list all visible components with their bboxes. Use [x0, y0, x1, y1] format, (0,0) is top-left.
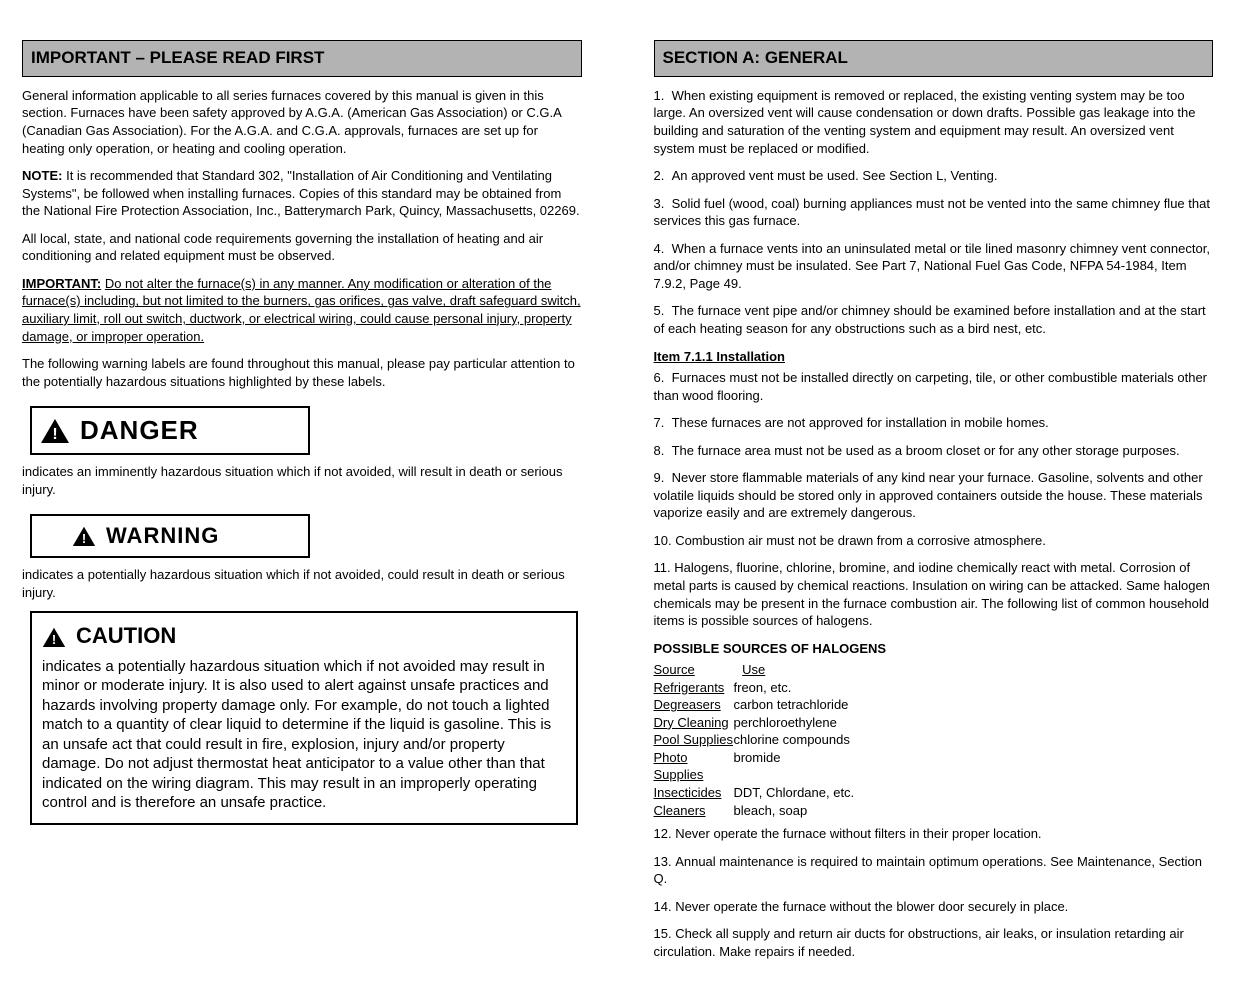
- list-item: 2. An approved vent must be used. See Se…: [654, 167, 1214, 185]
- right-column: SECTION A: GENERAL 1. When existing equi…: [654, 40, 1214, 970]
- important-label: IMPORTANT:: [22, 276, 101, 291]
- important-paragraph: IMPORTANT: Do not alter the furnace(s) i…: [22, 275, 582, 345]
- sources-head: POSSIBLE SOURCES OF HALOGENS: [654, 640, 1214, 658]
- caution-box-head: ! CAUTION: [42, 621, 566, 651]
- list-item: 6. Furnaces must not be installed direct…: [654, 369, 1214, 404]
- note-label: NOTE:: [22, 168, 62, 183]
- note-text: It is recommended that Standard 302, "In…: [22, 168, 580, 218]
- alert-triangle-icon: !: [72, 526, 96, 547]
- list-item: 5. The furnace vent pipe and/or chimney …: [654, 302, 1214, 337]
- right-section-header: SECTION A: GENERAL: [654, 40, 1214, 77]
- sources-list: Source Use Refrigerantsfreon, etc. Degre…: [654, 661, 1214, 819]
- alert-triangle-icon: !: [40, 418, 70, 444]
- list-item: 13. Annual maintenance is required to ma…: [654, 853, 1214, 888]
- list-item: 10. Combustion air must not be drawn fro…: [654, 532, 1214, 550]
- danger-label-box: ! DANGER: [30, 406, 310, 455]
- warning-label-text: WARNING: [106, 521, 219, 551]
- caution-label-text: CAUTION: [76, 621, 176, 651]
- list-item: 1. When existing equipment is removed or…: [654, 87, 1214, 157]
- list-item: 14. Never operate the furnace without th…: [654, 898, 1214, 916]
- list-item: 15. Check all supply and return air duct…: [654, 925, 1214, 960]
- important-text: Do not alter the furnace(s) in any manne…: [22, 276, 581, 344]
- svg-text:!: !: [82, 530, 86, 545]
- list-item: 8. The furnace area must not be used as …: [654, 442, 1214, 460]
- svg-text:!: !: [52, 426, 57, 443]
- caution-body-text: indicates a potentially hazardous situat…: [42, 657, 566, 813]
- list-item: 12. Never operate the furnace without fi…: [654, 825, 1214, 843]
- list-item: 11. Halogens, fluorine, chlorine, bromin…: [654, 559, 1214, 629]
- general-intro: General information applicable to all se…: [22, 87, 582, 157]
- list-item: 7. These furnaces are not approved for i…: [654, 414, 1214, 432]
- left-section-header: IMPORTANT – PLEASE READ FIRST: [22, 40, 582, 77]
- alert-triangle-icon: !: [42, 625, 66, 646]
- list-item: 9. Never store flammable materials of an…: [654, 469, 1214, 522]
- svg-text:!: !: [52, 631, 56, 646]
- caution-box: ! CAUTION indicates a potentially hazard…: [30, 611, 578, 825]
- labels-intro: The following warning labels are found t…: [22, 355, 582, 390]
- list-item: 4. When a furnace vents into an uninsula…: [654, 240, 1214, 293]
- warning-description: indicates a potentially hazardous situat…: [22, 566, 582, 601]
- note-paragraph: NOTE: It is recommended that Standard 30…: [22, 167, 582, 220]
- regulations-paragraph: All local, state, and national code requ…: [22, 230, 582, 265]
- danger-label-text: DANGER: [80, 413, 199, 448]
- subhead-installation: Item 7.1.1 Installation: [654, 348, 1214, 366]
- warning-label-box: ! WARNING: [30, 514, 310, 558]
- list-item: 3. Solid fuel (wood, coal) burning appli…: [654, 195, 1214, 230]
- danger-description: indicates an imminently hazardous situat…: [22, 463, 582, 498]
- left-column: IMPORTANT – PLEASE READ FIRST General in…: [22, 40, 582, 970]
